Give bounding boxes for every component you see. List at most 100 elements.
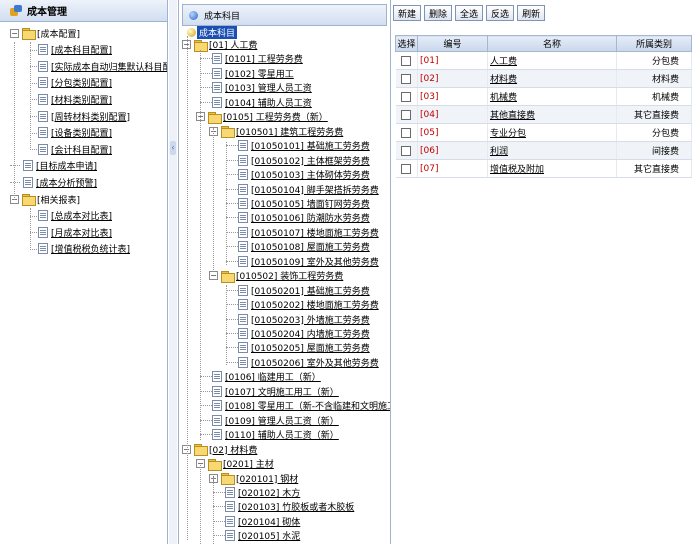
tree-node[interactable]: − [01] 人工费: [182, 37, 257, 52]
nav-item[interactable]: [设备类别配置]: [38, 125, 112, 141]
tree-node[interactable]: [01050103] 主体砌体劳务费: [222, 167, 370, 182]
table-row[interactable]: [01] 人工费 分包费: [395, 51, 692, 70]
tree-node[interactable]: [01050109] 室外及其他劳务费: [222, 254, 379, 269]
tree-node-label[interactable]: [020105] 水泥: [238, 529, 300, 542]
name-link[interactable]: 人工费: [488, 57, 517, 67]
tree-node-label[interactable]: [01050205] 屋面施工劳务费: [251, 341, 370, 354]
tree-node[interactable]: [01050203] 外墙施工劳务费: [222, 312, 370, 327]
tree-node-label[interactable]: [01050103] 主体砌体劳务费: [251, 168, 370, 181]
row-checkbox[interactable]: [401, 73, 412, 84]
tree-node[interactable]: [01050201] 基础施工劳务费: [222, 283, 370, 298]
tree-node[interactable]: [020102] 木方: [209, 485, 300, 500]
table-row[interactable]: [06] 利润 间接费: [395, 141, 692, 160]
row-checkbox[interactable]: [401, 109, 412, 120]
tree-node-label[interactable]: [01050102] 主体框架劳务费: [251, 154, 370, 167]
tree-node-label[interactable]: [01050202] 楼地面施工劳务费: [251, 298, 379, 311]
name-link[interactable]: 机械费: [488, 93, 517, 103]
tree-node[interactable]: [0106] 临建用工（新）: [196, 369, 321, 384]
nav-item[interactable]: [目标成本申请]: [10, 158, 97, 174]
tree-node-label[interactable]: [01050206] 室外及其他劳务费: [251, 356, 379, 369]
nav-item[interactable]: [会计科目配置]: [38, 141, 112, 157]
name-link[interactable]: 专业分包: [488, 129, 526, 139]
column-header-name[interactable]: 名称: [487, 35, 617, 52]
tree-node[interactable]: [020104] 砌体: [209, 514, 300, 529]
expand-toggle-icon[interactable]: −: [209, 271, 218, 281]
tree-node[interactable]: [0101] 工程劳务费: [196, 51, 303, 66]
tree-node-label[interactable]: [0108] 零星用工（新-不含临建和文明施工）: [225, 399, 390, 412]
tree-node[interactable]: [01050104] 脚手架搭拆劳务费: [222, 182, 379, 197]
tree-node[interactable]: [01050105] 墙面钉网劳务费: [222, 196, 370, 211]
expand-toggle-icon[interactable]: −: [10, 28, 19, 38]
nav-item-label[interactable]: [成本科目配置]: [51, 43, 112, 56]
tree-node-label[interactable]: [0201] 主材: [223, 457, 274, 470]
tree-node-label[interactable]: [0110] 辅助人员工资（新）: [225, 428, 339, 441]
column-header-category[interactable]: 所属类别: [616, 35, 692, 52]
tree-node-label[interactable]: [01050105] 墙面钉网劳务费: [251, 197, 370, 210]
nav-item-label[interactable]: [实际成本自动归集默认科目配: [51, 60, 167, 73]
nav-item-label[interactable]: [成本配置]: [37, 27, 80, 40]
tree-node[interactable]: [01050102] 主体框架劳务费: [222, 153, 370, 168]
tree-node-label[interactable]: [0103] 管理人员工资: [225, 81, 312, 94]
nav-item-label[interactable]: [材料类别配置]: [51, 93, 112, 106]
nav-item[interactable]: [材料类别配置]: [38, 91, 112, 107]
nav-item-label[interactable]: [月成本对比表]: [51, 226, 112, 239]
invert-selection-button[interactable]: 反选: [486, 5, 515, 21]
tree-node[interactable]: [01050108] 屋面施工劳务费: [222, 239, 370, 254]
tree-node-label[interactable]: [01050201] 基础施工劳务费: [251, 284, 370, 297]
nav-item-label[interactable]: [相关报表]: [37, 193, 80, 206]
nav-item[interactable]: [实际成本自动归集默认科目配: [38, 58, 167, 74]
table-row[interactable]: [04] 其他直接费 其它直接费: [395, 105, 692, 124]
tree-node-label[interactable]: [01050107] 楼地面施工劳务费: [251, 226, 379, 239]
nav-item[interactable]: [月成本对比表]: [38, 224, 112, 240]
tree-node-label[interactable]: [02] 材料费: [209, 443, 257, 456]
table-row[interactable]: [02] 材料费 材料费: [395, 69, 692, 88]
tree-node-label[interactable]: [01050106] 防潮防水劳务费: [251, 211, 370, 224]
table-row[interactable]: [07] 增值税及附加 其它直接费: [395, 159, 692, 178]
tree-node-label[interactable]: [01050204] 内墙施工劳务费: [251, 327, 370, 340]
nav-item-label[interactable]: [增值税税负统计表]: [51, 242, 130, 255]
tree-node[interactable]: + [020101] 钢材: [209, 471, 298, 486]
tree-node-label[interactable]: [0101] 工程劳务费: [225, 52, 303, 65]
collapse-arrow-icon[interactable]: ‹: [170, 141, 176, 155]
name-link[interactable]: 利润: [488, 147, 508, 157]
name-link[interactable]: 增值税及附加: [488, 165, 544, 175]
tree-node[interactable]: − [010502] 装饰工程劳务费: [209, 268, 343, 283]
tree-node-label[interactable]: [0106] 临建用工（新）: [225, 370, 321, 383]
nav-item-label[interactable]: [目标成本申请]: [36, 159, 97, 172]
tree-node[interactable]: [01050202] 楼地面施工劳务费: [222, 297, 379, 312]
tree-node[interactable]: [0103] 管理人员工资: [196, 80, 312, 95]
nav-item-label[interactable]: [设备类别配置]: [51, 126, 112, 139]
refresh-button[interactable]: 刷新: [517, 5, 546, 21]
nav-item[interactable]: [增值税税负统计表]: [38, 241, 130, 257]
nav-item[interactable]: [周转材料类别配置]: [38, 108, 130, 124]
tree-node-label[interactable]: [01] 人工费: [209, 38, 257, 51]
tree-node-label[interactable]: [01050108] 屋面施工劳务费: [251, 240, 370, 253]
tree-node-label[interactable]: [0107] 文明施工用工（新）: [225, 385, 339, 398]
tree-node[interactable]: [01050106] 防潮防水劳务费: [222, 210, 370, 225]
row-checkbox[interactable]: [401, 163, 412, 174]
tree-node[interactable]: [0102] 零星用工: [196, 66, 294, 81]
panel-splitter[interactable]: ‹: [169, 0, 177, 544]
tree-node-label[interactable]: [010501] 建筑工程劳务费: [236, 125, 343, 138]
row-checkbox[interactable]: [401, 145, 412, 156]
nav-item[interactable]: − [成本配置]: [10, 25, 80, 41]
nav-item[interactable]: [成本分析预警]: [10, 174, 97, 190]
nav-item-label[interactable]: [总成本对比表]: [51, 209, 112, 222]
table-row[interactable]: [05] 专业分包 分包费: [395, 123, 692, 142]
nav-item-label[interactable]: [会计科目配置]: [51, 143, 112, 156]
row-checkbox[interactable]: [401, 91, 412, 102]
row-checkbox[interactable]: [401, 127, 412, 138]
tree-node-label[interactable]: [0104] 辅助人员工资: [225, 96, 312, 109]
tree-node[interactable]: [01050206] 室外及其他劳务费: [222, 355, 379, 370]
delete-button[interactable]: 删除: [424, 5, 453, 21]
tree-node-label[interactable]: [020101] 钢材: [236, 472, 298, 485]
name-link[interactable]: 其他直接费: [488, 111, 535, 121]
tree-node[interactable]: [0110] 辅助人员工资（新）: [196, 427, 339, 442]
tree-node-label[interactable]: [020102] 木方: [238, 486, 300, 499]
tree-node-label[interactable]: [01050101] 基础施工劳务费: [251, 139, 370, 152]
tree-node[interactable]: [020105] 水泥: [209, 528, 300, 543]
tree-node[interactable]: − [0201] 主材: [196, 456, 274, 471]
tree-node[interactable]: [0104] 辅助人员工资: [196, 95, 312, 110]
tree-node[interactable]: [01050205] 屋面施工劳务费: [222, 340, 370, 355]
tree-node-label[interactable]: [01050203] 外墙施工劳务费: [251, 313, 370, 326]
